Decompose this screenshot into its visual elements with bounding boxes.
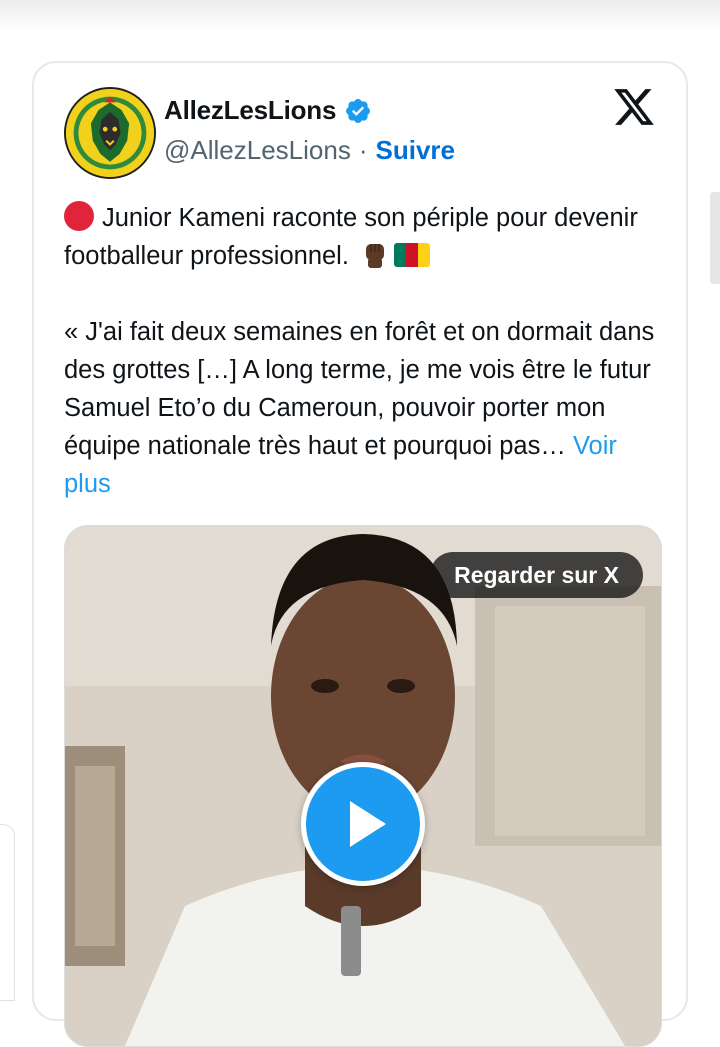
handle-row: @AllezLesLions · Suivre xyxy=(164,135,455,166)
embedded-tweet-card[interactable]: AllezLesLions @AllezLesLions · Suivre Ju… xyxy=(32,61,688,1047)
avatar[interactable] xyxy=(64,87,156,179)
raised-fist-icon xyxy=(366,244,385,268)
tweet-headline: Junior Kameni raconte son périple pour d… xyxy=(64,204,638,270)
play-button[interactable] xyxy=(301,762,425,886)
account-handle[interactable]: @AllezLesLions xyxy=(164,135,351,166)
video-thumbnail[interactable]: Regarder sur X xyxy=(64,525,662,1047)
verified-badge-icon xyxy=(346,98,371,123)
scrollbar-thumb[interactable] xyxy=(710,192,720,284)
follow-button[interactable]: Suivre xyxy=(376,135,456,166)
account-name[interactable]: AllezLesLions xyxy=(164,95,336,126)
cameroon-flag-icon xyxy=(394,243,431,267)
tweet-line-1: Junior Kameni raconte son périple pour d… xyxy=(64,199,664,275)
tweet-quote: « J'ai fait deux semaines en forêt et on… xyxy=(64,313,664,503)
play-icon xyxy=(350,801,386,847)
tweet-text: Junior Kameni raconte son périple pour d… xyxy=(64,199,664,503)
top-divider xyxy=(0,0,720,30)
account-name-row[interactable]: AllezLesLions xyxy=(164,95,372,126)
red-circle-icon xyxy=(64,201,94,231)
adjacent-card-edge xyxy=(0,824,15,1001)
separator-dot: · xyxy=(358,135,368,165)
lion-logo-icon xyxy=(66,89,154,177)
watch-on-x-button[interactable]: Regarder sur X xyxy=(430,552,643,598)
x-logo-icon[interactable] xyxy=(612,85,656,129)
tweet-quote-text: « J'ai fait deux semaines en forêt et on… xyxy=(64,318,655,460)
